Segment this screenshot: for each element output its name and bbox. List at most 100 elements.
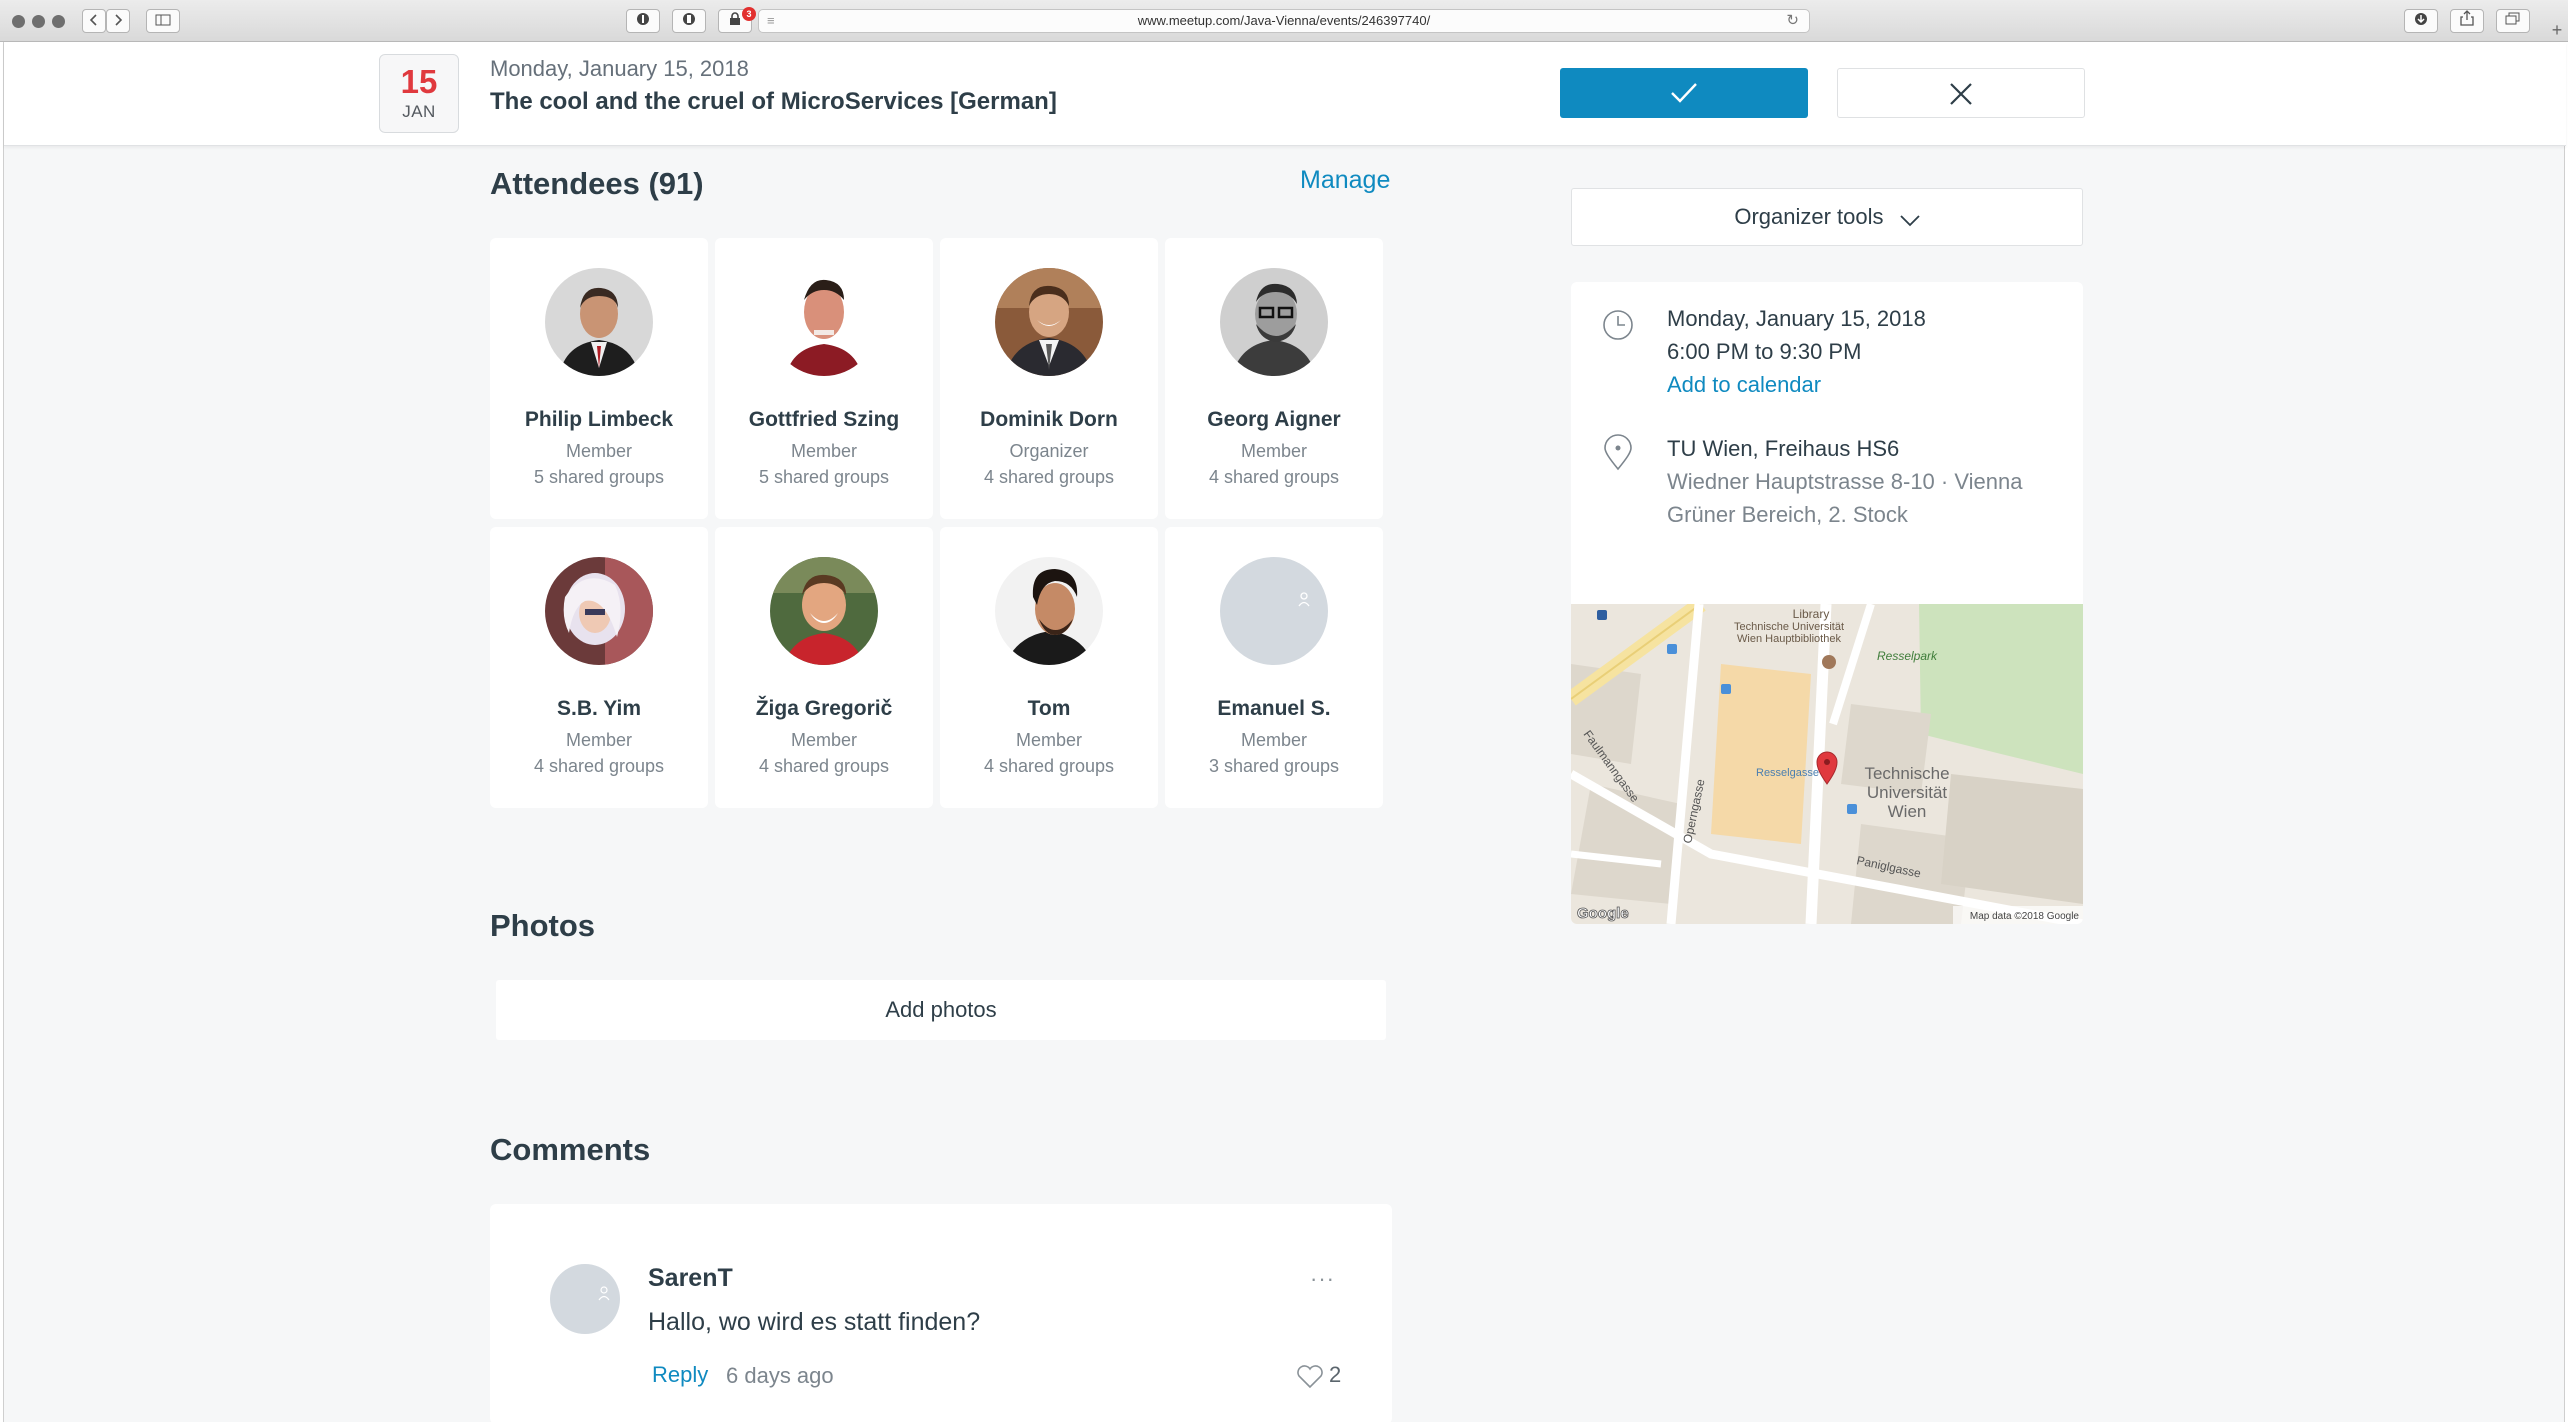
reply-link[interactable]: Reply [652,1362,708,1388]
avatar [545,268,653,376]
attendee-shared-groups: 4 shared groups [983,467,1115,487]
map-label-tu-3: Wien [1888,802,1927,821]
attendee-shared-groups: 5 shared groups [758,467,890,487]
attendee-role: Member [1240,441,1307,461]
attendee-role: Member [790,730,857,750]
download-icon [2415,13,2427,25]
chevron-left-icon [89,14,97,26]
venue-address: Wiedner Hauptstrasse 8-10 · Vienna [1667,469,2023,494]
avatar [1220,268,1328,376]
attendee-card[interactable]: Georg Aigner Member 4 shared groups [1165,238,1383,519]
reload-icon[interactable]: ↻ [1786,10,1799,32]
attendee-shared-groups: 4 shared groups [758,756,890,776]
heart-icon [1297,1365,1323,1389]
decline-button[interactable] [1837,68,2085,118]
attendee-role: Member [565,441,632,461]
avatar[interactable] [550,1264,620,1334]
extension-icon [637,13,649,25]
attendee-role: Organizer [1009,441,1089,461]
attendee-shared-groups: 4 shared groups [533,756,665,776]
attendee-shared-groups: 4 shared groups [983,756,1115,776]
avatar [770,557,878,665]
attendee-role: Member [790,441,857,461]
like-count: 2 [1329,1362,1342,1387]
attendee-card[interactable]: Gottfried Szing Member 5 shared groups [715,238,933,519]
event-date-tile: 15 JAN [379,54,459,133]
attendee-role: Member [565,730,632,750]
close-icon [1950,83,1972,105]
attendee-role: Member [1015,730,1082,750]
extension-button-2[interactable] [672,9,706,33]
attendee-name: S.B. Yim [556,697,642,720]
map-label-tu-1: Technische [1864,764,1949,783]
zoom-window-button[interactable] [52,15,65,28]
event-date: Monday, January 15, 2018 [490,56,749,81]
manage-link[interactable]: Manage [1300,166,1390,195]
add-photos-button[interactable]: Add photos [496,980,1386,1040]
share-icon [2460,10,2474,26]
tabs-icon [2505,12,2520,25]
back-button[interactable] [82,9,106,33]
page-viewport: 15 JAN Monday, January 15, 2018 The cool… [3,42,2566,1424]
url-text: www.meetup.com/Java-Vienna/events/246397… [1137,13,1431,28]
transit-icon [1597,610,1607,620]
like-button[interactable]: 2 [1287,1360,1357,1390]
address-bar[interactable]: ≡ www.meetup.com/Java-Vienna/events/2463… [758,9,1810,33]
attendee-card[interactable]: Philip Limbeck Member 5 shared groups [490,238,708,519]
venue-map[interactable]: Library Technische Universität Wien Haup… [1571,597,2083,924]
venue-detail: Grüner Bereich, 2. Stock [1667,502,1908,527]
avatar [770,268,878,376]
extension-button-1[interactable] [626,9,660,33]
share-button[interactable] [2450,9,2484,33]
event-date-line: Monday, January 15, 2018 [1667,306,1926,331]
clock-icon [1603,310,1633,340]
comments-heading: Comments [490,1132,651,1167]
attendee-card[interactable]: Tom Member 4 shared groups [940,527,1158,808]
avatar [545,557,653,665]
lock-icon [730,12,740,25]
reader-icon[interactable]: ≡ [767,10,775,32]
close-window-button[interactable] [12,15,25,28]
attendee-card[interactable]: S.B. Yim Member 4 shared groups [490,527,708,808]
attendee-name: Gottfried Szing [748,408,900,431]
attendee-card[interactable]: Emanuel S. Member 3 shared groups [1165,527,1383,808]
avatar-placeholder [1220,557,1328,665]
comment-time: 6 days ago [726,1363,834,1388]
extension-icon [683,13,695,25]
attendee-shared-groups: 5 shared groups [533,467,665,487]
attend-button[interactable] [1560,68,1808,118]
attendee-name: Georg Aigner [1207,408,1341,431]
comment-author[interactable]: SarenT [648,1264,733,1293]
chevron-down-icon [1900,215,1920,227]
map-label-resselgasse: Resselgasse [1756,767,1819,779]
minimize-window-button[interactable] [32,15,45,28]
event-info-card: Monday, January 15, 2018 6:00 PM to 9:30… [1571,282,2083,924]
tabs-overview-button[interactable] [2496,9,2530,33]
user-icon [1298,592,1310,607]
more-options-icon[interactable]: ··· [1310,1266,1335,1292]
organizer-tools-dropdown[interactable]: Organizer tools [1571,188,2083,246]
attendee-card[interactable]: Dominik Dorn Organizer 4 shared groups [940,238,1158,519]
photos-heading: Photos [490,908,596,943]
google-logo: Google [1577,905,1629,922]
comment: SarenT Hallo, wo wird es statt finden? R… [490,1204,1392,1424]
map-label-resselpark: Resselpark [1877,649,1938,663]
event-time-line: 6:00 PM to 9:30 PM [1667,339,1862,364]
add-to-calendar-link[interactable]: Add to calendar [1667,372,1821,398]
venue-name[interactable]: TU Wien, Freihaus HS6 [1667,436,1899,462]
transit-icon [1667,644,1677,654]
downloads-button[interactable] [2404,9,2438,33]
new-tab-button[interactable]: + [2546,20,2568,42]
attendee-card[interactable]: Žiga Gregorič Member 4 shared groups [715,527,933,808]
notification-badge: 3 [742,7,756,21]
map-label-library-full-2: Wien Hauptbibliothek [1737,633,1841,645]
checkmark-icon [1671,83,1697,103]
map-label-library: Library [1793,607,1830,621]
transit-icon [1847,804,1857,814]
forward-button[interactable] [106,9,130,33]
attendee-name: Philip Limbeck [524,408,674,431]
user-icon [598,1286,610,1301]
sidebar-toggle-button[interactable] [146,9,180,33]
chevron-right-icon [115,14,123,26]
avatar [995,268,1103,376]
